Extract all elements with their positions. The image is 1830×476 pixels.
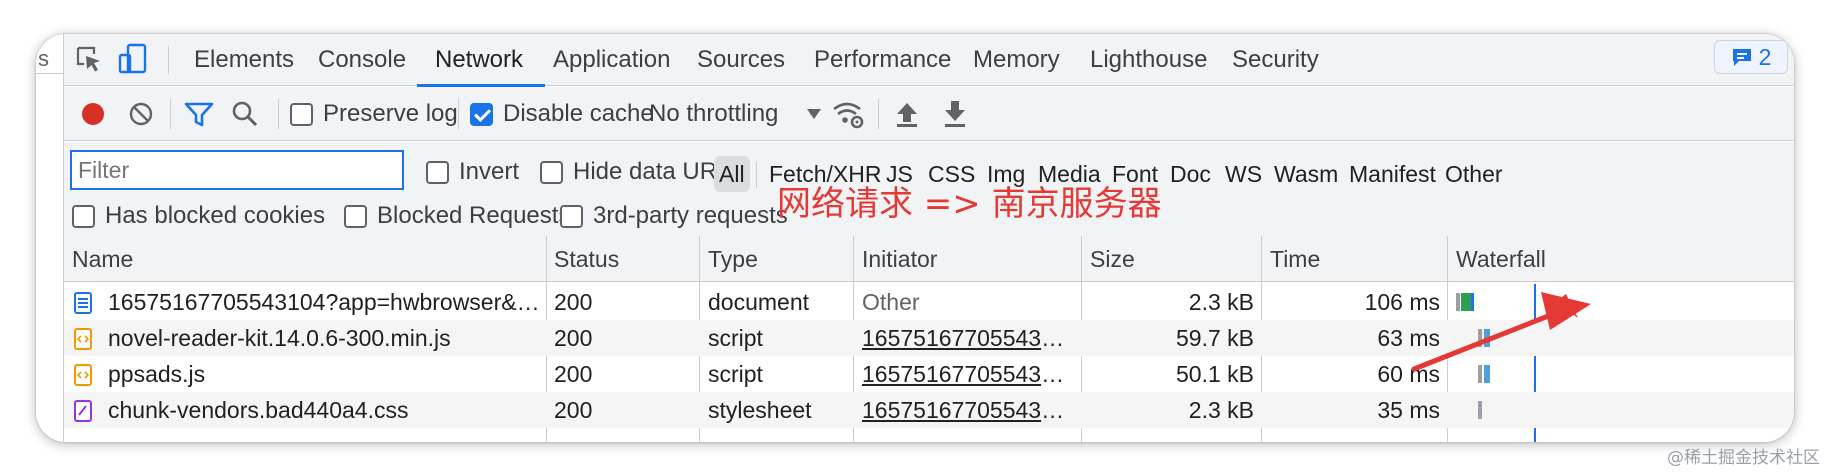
devtools-window: s Elements Console Network Application S… xyxy=(36,34,1794,442)
annotation-arrow-icon xyxy=(1411,292,1591,372)
watermark: @稀土掘金技术社区 xyxy=(1667,448,1820,468)
